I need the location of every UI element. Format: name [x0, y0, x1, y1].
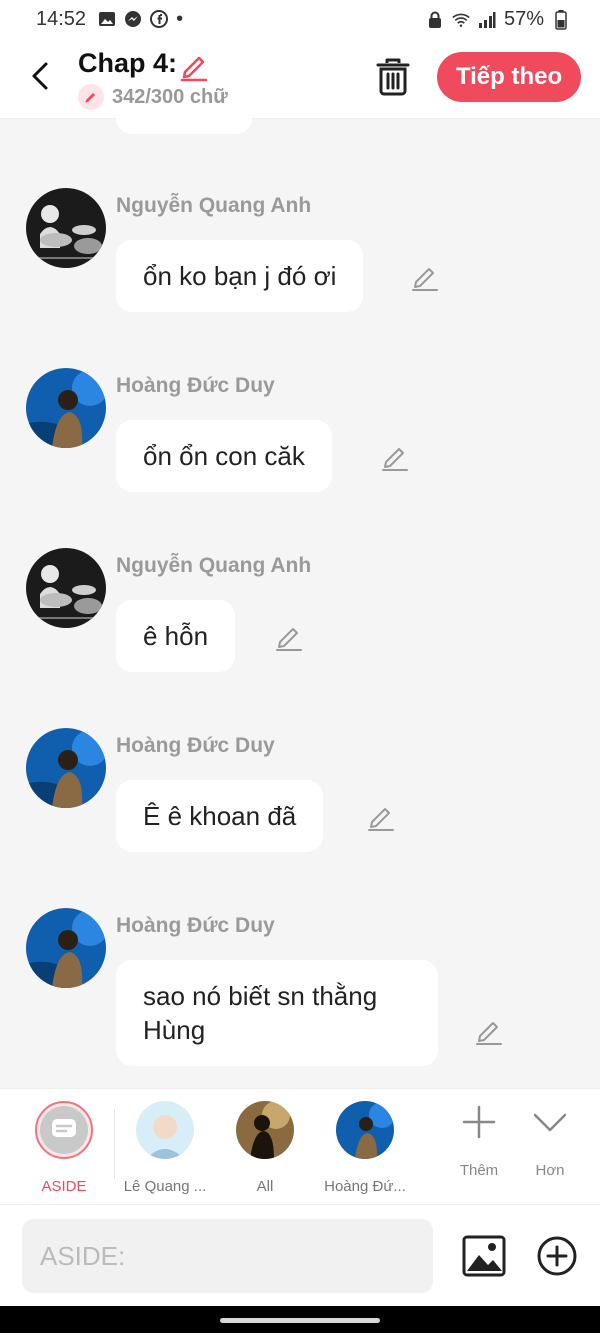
avatar — [236, 1101, 294, 1159]
cast-label: Hoàng Đứ... — [324, 1178, 406, 1195]
home-handle[interactable] — [220, 1318, 380, 1323]
edit-message-button[interactable] — [274, 622, 304, 652]
wifi-icon — [452, 11, 470, 29]
avatar — [336, 1101, 394, 1159]
aside-avatar — [35, 1101, 93, 1159]
sender-name: Hoàng Đức Duy — [116, 914, 275, 937]
avatar[interactable] — [26, 548, 106, 628]
edit-message-button[interactable] — [410, 262, 440, 292]
battery-icon — [552, 9, 570, 30]
sender-name: Hoàng Đức Duy — [116, 734, 275, 757]
edit-message-button[interactable] — [366, 802, 396, 832]
chapter-header: Chap 4: 342/300 chữ Tiếp theo — [0, 38, 600, 118]
cast-item-le-quang[interactable]: Lê Quang ... — [115, 1101, 215, 1195]
avatar[interactable] — [26, 368, 106, 448]
signal-icon — [478, 11, 496, 29]
chevron-down-icon — [533, 1113, 567, 1132]
more-label: Hơn — [535, 1162, 565, 1179]
avatar[interactable] — [26, 188, 106, 268]
status-dot: • — [176, 7, 184, 30]
message-bubble[interactable]: ê hỗn — [116, 600, 236, 672]
word-count-pencil-icon — [78, 84, 104, 110]
more-button[interactable]: Hơn — [515, 1103, 585, 1179]
image-icon — [462, 1235, 506, 1277]
sender-name: Nguyễn Quang Anh — [116, 194, 312, 217]
message-bubble[interactable]: Ê ê khoan đã — [116, 780, 324, 852]
message-bubble[interactable]: sao nó biết sn thằng Hùng — [116, 960, 438, 1066]
cast-label: Lê Quang ... — [123, 1178, 207, 1195]
aside-chat-icon — [52, 1119, 76, 1137]
chapter-title[interactable]: Chap 4: — [78, 48, 177, 79]
sender-name: Hoàng Đức Duy — [116, 374, 275, 397]
plus-circle-icon — [537, 1236, 577, 1276]
composer: ASIDE: — [0, 1204, 600, 1307]
insert-image-button[interactable] — [462, 1235, 506, 1277]
add-label: Thêm — [459, 1162, 499, 1179]
previous-message-bubble[interactable] — [116, 118, 252, 134]
word-count: 342/300 chữ — [78, 84, 228, 110]
cast-label: ASIDE — [41, 1178, 87, 1195]
word-count-text: 342/300 chữ — [112, 85, 228, 108]
gallery-icon — [98, 10, 116, 28]
back-arrow-icon — [32, 62, 48, 90]
message-bubble[interactable]: ổn ổn con căk — [116, 420, 332, 492]
cast-item-all[interactable]: All — [215, 1101, 315, 1195]
edit-message-button[interactable] — [474, 1016, 504, 1046]
pencil-icon — [368, 808, 394, 831]
cast-label: All — [256, 1178, 274, 1195]
system-nav-bar — [0, 1306, 600, 1333]
lock-icon — [426, 11, 444, 29]
pencil-icon — [276, 628, 302, 651]
status-bar: 14:52 • 57% — [0, 0, 600, 38]
next-button[interactable]: Tiếp theo — [437, 52, 581, 102]
edit-title-button[interactable] — [178, 50, 210, 82]
messenger-icon — [124, 10, 142, 28]
avatar[interactable] — [26, 728, 106, 808]
message-bubble[interactable]: ổn ko bạn j đó ơi — [116, 240, 364, 312]
pencil-icon — [180, 56, 208, 82]
avatar[interactable] — [26, 908, 106, 988]
edit-message-button[interactable] — [380, 442, 410, 472]
back-button[interactable] — [22, 58, 58, 94]
battery-percent: 57% — [503, 8, 544, 30]
add-character-button[interactable]: Thêm — [444, 1103, 514, 1179]
delete-button[interactable] — [374, 56, 412, 96]
pencil-icon — [476, 1022, 502, 1045]
pencil-icon — [412, 268, 438, 291]
facebook-icon — [150, 10, 169, 28]
plus-icon — [462, 1105, 496, 1139]
pencil-icon — [382, 448, 408, 471]
cast-item-hoang-duc[interactable]: Hoàng Đứ... — [315, 1101, 415, 1195]
status-time: 14:52 — [36, 7, 87, 30]
cast-item-aside[interactable]: ASIDE — [14, 1101, 114, 1195]
sender-name: Nguyễn Quang Anh — [116, 554, 312, 577]
character-selector: ASIDE Lê Quang ... All Hoàng Đứ... Thêm … — [0, 1088, 600, 1205]
message-input[interactable]: ASIDE: — [22, 1219, 433, 1293]
avatar — [136, 1101, 194, 1159]
trash-icon — [376, 58, 410, 96]
chat-area[interactable]: Nguyễn Quang Anh ổn ko bạn j đó ơi Hoàng… — [0, 118, 600, 1088]
add-content-button[interactable] — [536, 1235, 578, 1277]
